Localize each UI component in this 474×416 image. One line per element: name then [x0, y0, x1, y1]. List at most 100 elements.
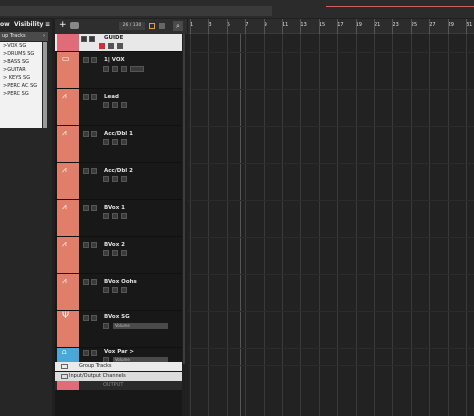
list-item[interactable]: >PERC SG — [0, 90, 42, 98]
track-output[interactable]: OUTPUT — [55, 381, 182, 390]
track-name[interactable]: GUIDE — [104, 35, 123, 41]
solo-button[interactable] — [91, 57, 97, 63]
record-button[interactable] — [103, 213, 109, 219]
monitor-button[interactable] — [112, 213, 118, 219]
mute-button[interactable] — [83, 57, 89, 63]
monitor-button[interactable] — [112, 176, 118, 182]
track-accdbl1[interactable]: ⩘ Acc/Dbl 1 — [55, 126, 182, 163]
read-button[interactable] — [121, 250, 127, 256]
link-icon[interactable] — [159, 23, 165, 29]
solo-button[interactable] — [91, 205, 97, 211]
scrollbar[interactable] — [183, 34, 185, 364]
list-item[interactable]: > KEYS SG — [0, 74, 42, 82]
scrollbar[interactable] — [43, 42, 47, 128]
read-button[interactable] — [121, 139, 127, 145]
solo-button[interactable] — [91, 131, 97, 137]
folder-icon[interactable] — [149, 23, 155, 29]
solo-button[interactable] — [89, 36, 95, 42]
timeline-ruler[interactable]: 1 3 5 7 9 11 13 15 17 19 21 23 25 27 29 31 — [188, 19, 474, 34]
track-bvox1[interactable]: ⩘ BVox 1 — [55, 200, 182, 237]
record-button[interactable] — [103, 250, 109, 256]
track-name[interactable]: 1| VOX — [104, 57, 125, 63]
track-name[interactable]: Vox Par > — [104, 349, 134, 355]
edit-button[interactable] — [130, 66, 144, 72]
list-item[interactable]: >BASS SG — [0, 58, 42, 66]
solo-button[interactable] — [91, 279, 97, 285]
search-icon[interactable]: ⌕ — [173, 21, 183, 31]
track-preset-icon[interactable] — [70, 22, 79, 29]
ruler-tick — [282, 19, 283, 34]
track-name[interactable]: BVox 2 — [104, 242, 125, 248]
mute-button[interactable] — [83, 242, 89, 248]
solo-button[interactable] — [91, 94, 97, 100]
track-row-line — [188, 200, 474, 201]
track-name[interactable]: Acc/Dbl 1 — [104, 131, 133, 137]
record-button[interactable] — [103, 139, 109, 145]
grid-line — [208, 34, 210, 416]
mute-button[interactable] — [83, 315, 89, 321]
read-button[interactable] — [121, 287, 127, 293]
mute-button[interactable] — [83, 131, 89, 137]
ruler-tick — [318, 19, 320, 34]
track-name[interactable]: BVox Oohs — [104, 279, 137, 285]
mute-button[interactable] — [81, 36, 87, 42]
read-button[interactable] — [121, 102, 127, 108]
track-name[interactable]: Acc/Dbl 2 — [104, 168, 133, 174]
list-item[interactable]: >PERC AC SG — [0, 82, 42, 90]
track-bvox-oohs[interactable]: ⩘ BVox Oohs — [55, 274, 182, 311]
record-button[interactable] — [103, 176, 109, 182]
read-button[interactable] — [121, 176, 127, 182]
ruler-tick — [263, 19, 265, 34]
mute-button[interactable] — [83, 168, 89, 174]
group-tracks-header[interactable]: up Tracks › — [0, 32, 48, 41]
folder-group-tracks[interactable]: Group Tracks — [55, 362, 182, 371]
track-bvox-sg[interactable]: Ψ BVox SG Volume — [55, 311, 182, 348]
track-name[interactable]: BVox SG — [104, 314, 130, 320]
list-item[interactable]: >VOX SG — [0, 42, 42, 50]
record-button[interactable] — [103, 66, 109, 72]
folder-icon — [61, 364, 68, 369]
solo-button[interactable] — [91, 350, 97, 356]
record-button[interactable] — [103, 102, 109, 108]
mute-button[interactable] — [83, 205, 89, 211]
track-vox-folder[interactable]: ▭ 1| VOX — [55, 52, 182, 89]
list-item[interactable]: >GUITAR — [0, 66, 42, 74]
read-button[interactable] — [103, 323, 109, 329]
mute-button[interactable] — [83, 350, 89, 356]
folder-icon — [61, 374, 68, 379]
read-button[interactable] — [117, 43, 123, 49]
track-name[interactable]: Lead — [104, 94, 119, 100]
track-name[interactable]: BVox 1 — [104, 205, 125, 211]
solo-button[interactable] — [91, 168, 97, 174]
track-lead[interactable]: ⩘ Lead — [55, 89, 182, 126]
ruler-tick — [337, 19, 339, 34]
grid-line — [410, 34, 412, 416]
list-item[interactable]: >DRUMS SG — [0, 50, 42, 58]
mute-button[interactable] — [83, 279, 89, 285]
automation-parameter[interactable]: Volume — [113, 323, 168, 329]
record-button[interactable] — [99, 43, 105, 49]
monitor-button[interactable] — [112, 250, 118, 256]
track-guide[interactable]: GUIDE — [55, 34, 182, 52]
read-button[interactable] — [121, 213, 127, 219]
mute-button[interactable] — [83, 94, 89, 100]
tab-inspector[interactable]: ow — [0, 19, 10, 30]
read-button[interactable] — [121, 66, 127, 72]
record-button[interactable] — [103, 287, 109, 293]
solo-button[interactable] — [91, 242, 97, 248]
track-color — [57, 381, 79, 390]
monitor-button[interactable] — [108, 43, 114, 49]
monitor-button[interactable] — [112, 66, 118, 72]
track-bvox2[interactable]: ⩘ BVox 2 — [55, 237, 182, 274]
menu-icon[interactable]: ≡ — [45, 19, 50, 30]
monitor-button[interactable] — [112, 287, 118, 293]
track-accdbl2[interactable]: ⩘ Acc/Dbl 2 — [55, 163, 182, 200]
solo-button[interactable] — [91, 315, 97, 321]
monitor-button[interactable] — [112, 102, 118, 108]
tab-visibility[interactable]: Visibility — [14, 19, 43, 30]
monitor-button[interactable] — [112, 139, 118, 145]
event-display[interactable] — [188, 34, 474, 416]
ruler-tick — [300, 19, 302, 34]
add-track-button[interactable]: + — [59, 20, 67, 30]
folder-io-channels[interactable]: Input/Output Channels — [55, 372, 182, 381]
